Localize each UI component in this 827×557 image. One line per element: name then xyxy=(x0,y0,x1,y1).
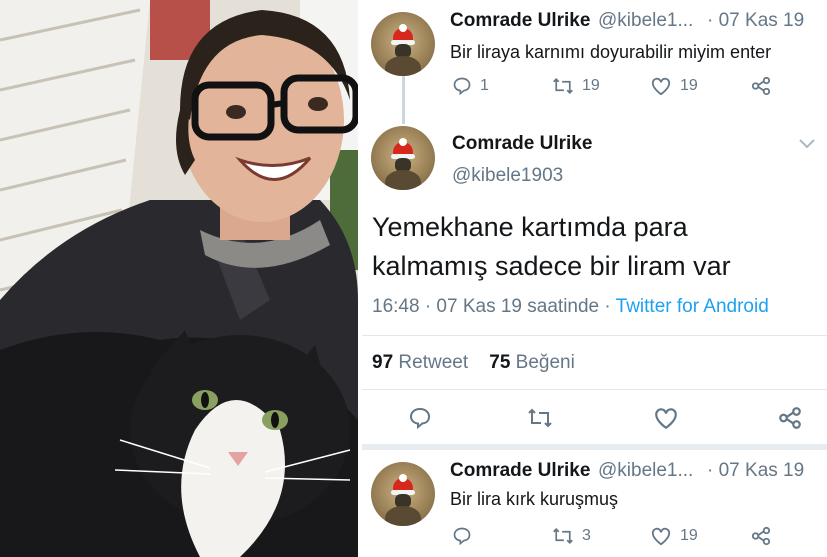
divider xyxy=(362,335,827,336)
photo-woman-with-cat xyxy=(0,0,358,557)
main-tweet-meta: 16:48 · 07 Kas 19 saatinde · Twitter for… xyxy=(372,296,769,318)
reply-icon xyxy=(453,527,471,546)
share-button[interactable] xyxy=(750,526,772,546)
like-total-label[interactable]: Beğeni xyxy=(516,352,575,373)
reply-button[interactable] xyxy=(452,526,472,546)
share-icon xyxy=(751,76,771,96)
main-reply-button[interactable] xyxy=(408,406,432,430)
like-count: 19 xyxy=(680,527,698,544)
retweet-icon xyxy=(553,78,573,94)
tweet-author-handle[interactable]: @kibele1... xyxy=(598,460,693,482)
like-icon xyxy=(651,527,671,546)
like-count: 19 xyxy=(680,77,698,94)
main-share-button[interactable] xyxy=(777,406,803,430)
main-tweet-text-line-1: Yemekhane kartımda para xyxy=(372,212,688,242)
main-like-button[interactable] xyxy=(653,406,679,430)
retweet-icon xyxy=(553,528,573,544)
thread-connector xyxy=(402,76,405,124)
like-icon xyxy=(655,408,677,430)
reply-icon xyxy=(453,77,471,96)
reply-count: 1 xyxy=(480,77,489,94)
retweet-button[interactable]: 3 xyxy=(552,526,591,546)
tweet-author-handle[interactable]: @kibele1... xyxy=(598,10,693,32)
avatar[interactable] xyxy=(371,462,435,526)
tweet-text: Bir liraya karnımı doyurabilir miyim ent… xyxy=(450,42,772,62)
tweet-author-name[interactable]: Comrade Ulrike xyxy=(450,10,590,32)
retweet-icon xyxy=(528,408,552,428)
tweet-date[interactable]: · 07 Kas 19 xyxy=(707,10,804,32)
like-button[interactable]: 19 xyxy=(650,526,698,546)
section-divider xyxy=(362,444,827,450)
share-button[interactable] xyxy=(750,76,772,96)
tweet-source-link[interactable]: Twitter for Android xyxy=(616,296,769,317)
caret-icon[interactable] xyxy=(798,138,816,150)
reply-icon xyxy=(409,407,431,430)
reply-button[interactable]: 1 xyxy=(452,76,489,96)
retweet-button[interactable]: 19 xyxy=(552,76,600,96)
retweet-count: 19 xyxy=(582,77,600,94)
avatar[interactable] xyxy=(371,126,435,190)
main-tweet-author-name[interactable]: Comrade Ulrike xyxy=(452,133,592,155)
tweet-author-name[interactable]: Comrade Ulrike xyxy=(450,460,590,482)
retweet-total[interactable]: 97 xyxy=(372,352,393,373)
like-total[interactable]: 75 xyxy=(489,352,510,373)
retweet-total-label[interactable]: Retweet xyxy=(398,352,468,373)
share-icon xyxy=(751,526,771,546)
like-button[interactable]: 19 xyxy=(650,76,698,96)
main-retweet-button[interactable] xyxy=(527,406,553,430)
photo-illustration xyxy=(0,0,358,557)
tweet-date[interactable]: · 07 Kas 19 xyxy=(707,460,804,482)
avatar[interactable] xyxy=(371,12,435,76)
main-tweet-author-handle[interactable]: @kibele1903 xyxy=(452,165,563,187)
main-tweet-text-line-2: kalmamış sadece bir liram var xyxy=(372,251,731,281)
retweet-count: 3 xyxy=(582,527,591,544)
like-icon xyxy=(651,77,671,96)
main-tweet-stats: 97 Retweet 75 Beğeni xyxy=(372,352,575,374)
divider xyxy=(362,389,827,390)
share-icon xyxy=(779,407,801,429)
tweet-text: Bir lira kırk kuruşmuş xyxy=(450,489,619,509)
main-tweet-time: 16:48 · 07 Kas 19 saatinde · xyxy=(372,296,611,317)
